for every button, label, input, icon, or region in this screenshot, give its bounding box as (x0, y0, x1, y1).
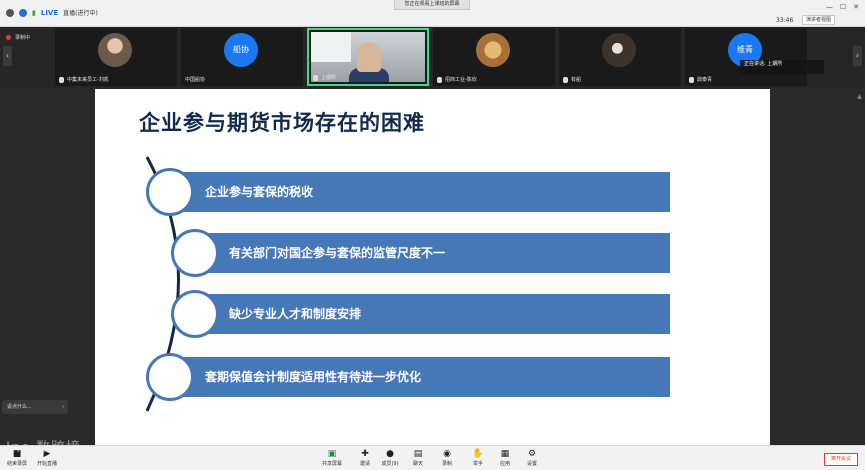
tool-label: 录制 (441, 461, 452, 467)
item-text: 套期保值会计制度适用性有待进一步优化 (205, 370, 422, 384)
apps-icon: ▦ (500, 449, 510, 459)
view-toggle-button[interactable]: 演讲者视图 (802, 15, 836, 25)
item-bullet (146, 353, 194, 401)
item-text: 缺少专业人才和制度安排 (229, 307, 362, 321)
participant-name: 中国船协 (185, 77, 206, 83)
item-bullet (146, 168, 194, 216)
avatar: 船协 (224, 33, 258, 67)
chat-placeholder: 说点什么... (7, 404, 32, 410)
record-icon: ◉ (443, 449, 451, 459)
mic-icon (59, 76, 64, 83)
close-icon[interactable]: ✕ (853, 3, 859, 11)
tool-label: 成员(9) (381, 461, 399, 467)
signal-icon: ▮ (32, 8, 36, 17)
top-bar: ▮ LIVE 直播(进行中) 您正在观看上课班的屏幕 33:46 演讲者视图 —… (0, 0, 865, 27)
shared-screen-area: 企业参与期货市场存在的困难 企业参与套保的税收 有关部门对国企参与套保的监管尺度… (0, 89, 865, 445)
info-icon[interactable] (6, 8, 14, 17)
tool-label: 应用 (499, 461, 510, 467)
participant-tile[interactable]: 维青 鼎泰青 (685, 28, 807, 86)
strip-prev-button[interactable]: ‹ (3, 46, 12, 66)
maximize-icon[interactable]: ☐ (840, 3, 846, 11)
participant-tile[interactable]: 有船 (559, 28, 681, 86)
raise-hand-button[interactable]: ✋ 举手 (463, 449, 493, 467)
background-window (311, 32, 351, 62)
speaking-indicator: 正在讲话: 上期所 (740, 60, 824, 74)
mic-icon (563, 76, 568, 83)
bottom-toolbar: ■ 结束录屏 ▶ 开始直播 ▣ 共享屏幕 ✚ 邀请 ● 成员(9) ▤ 聊天 ◉… (0, 445, 865, 470)
person-head (357, 42, 381, 72)
apps-button[interactable]: ▦ 应用 (490, 449, 520, 467)
settings-button[interactable]: ⚙ 设置 (517, 449, 547, 467)
record-button[interactable]: ◉ 录制 (432, 449, 462, 467)
avatar (98, 33, 132, 67)
participant-tile[interactable]: 船协 中国船协 (181, 28, 303, 86)
mic-icon (437, 76, 442, 83)
mic-icon (689, 76, 694, 83)
avatar (476, 33, 510, 67)
chat-button[interactable]: ▤ 聊天 (403, 449, 433, 467)
tool-label: 共享屏幕 (321, 461, 342, 467)
members-icon: ● (386, 449, 394, 459)
share-banner: 您正在观看上课班的屏幕 (394, 0, 470, 10)
hand-icon: ✋ (472, 449, 484, 459)
members-button[interactable]: ● 成员(9) (375, 449, 405, 467)
shield-icon[interactable] (19, 8, 27, 17)
item-bullet (171, 229, 219, 277)
settings-icon: ⚙ (527, 449, 537, 459)
tool-label: 结束录屏 (6, 461, 27, 467)
window-controls: — ☐ ✕ (826, 3, 859, 11)
tool-label: 设置 (526, 461, 537, 467)
share-screen-button[interactable]: ▣ 共享屏幕 (317, 449, 347, 467)
screen-share-icon: ▣ (327, 449, 337, 459)
strip-next-button[interactable]: › (853, 46, 862, 66)
meeting-timer: 33:46 (776, 17, 794, 24)
participant-name: 鼎泰青 (697, 77, 713, 83)
live-status: 直播(进行中) (63, 10, 98, 17)
participant-strip: 录制中 ‹ 中集未来员工-刘凯 船协 中国船协 上期所 招商工业-陈欣 有船 维… (0, 27, 865, 89)
tool-label: 开始直播 (36, 461, 57, 467)
scroll-up-icon[interactable]: ▲ (857, 93, 862, 100)
tool-label: 聊天 (412, 461, 423, 467)
leave-meeting-button[interactable]: 离开会议 (824, 453, 858, 466)
item-text: 企业参与套保的税收 (205, 185, 314, 199)
mic-icon (313, 74, 318, 81)
participant-name: 招商工业-陈欣 (445, 77, 477, 83)
participant-tile[interactable]: 招商工业-陈欣 (433, 28, 555, 86)
status-group: ▮ LIVE 直播(进行中) (6, 8, 98, 17)
watermark: Ino 数跨境 (6, 440, 82, 456)
record-dot-icon (6, 35, 11, 40)
recording-label: 录制中 (15, 35, 31, 41)
chat-icon: ▤ (413, 449, 423, 459)
participant-name: 有船 (571, 77, 582, 83)
vertical-scrollbar[interactable]: ▲ (857, 93, 862, 439)
participant-tile-active[interactable]: 上期所 (307, 28, 429, 86)
presentation-slide: 企业参与期货市场存在的困难 企业参与套保的税收 有关部门对国企参与套保的监管尺度… (95, 89, 770, 445)
participant-tile[interactable]: 中集未来员工-刘凯 (55, 28, 177, 86)
avatar (602, 33, 636, 67)
item-text: 有关部门对国企参与套保的监管尺度不一 (229, 246, 446, 260)
item-bullet (171, 290, 219, 338)
tool-label: 邀请 (359, 461, 370, 467)
chat-input-pill[interactable]: 说点什么... ‹ (2, 400, 68, 414)
live-badge[interactable]: LIVE (41, 9, 58, 17)
minimize-icon[interactable]: — (826, 3, 833, 11)
tool-label: 举手 (472, 461, 483, 467)
collapse-chevron-icon[interactable]: ‹ (62, 400, 68, 414)
recording-indicator: 录制中 (6, 34, 30, 41)
participant-name: 上期所 (321, 75, 337, 81)
participant-name: 中集未来员工-刘凯 (67, 77, 109, 83)
